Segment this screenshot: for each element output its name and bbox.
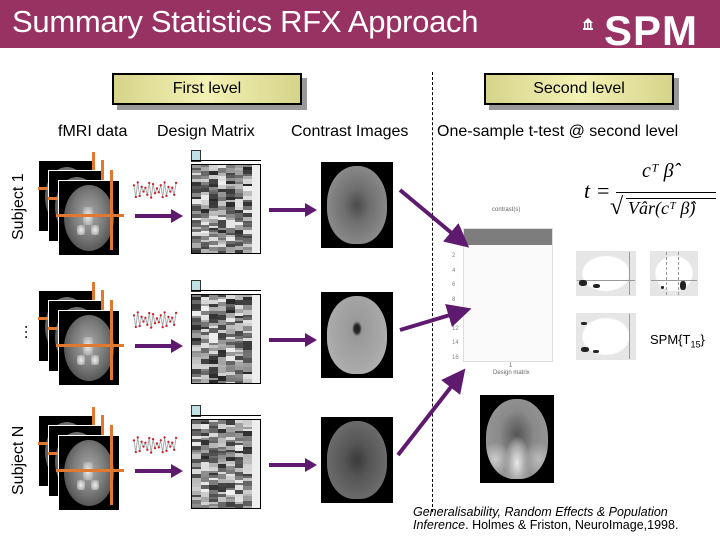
arrow-subject1-to-second (398, 188, 470, 248)
arrow-middle-to-second (399, 303, 472, 332)
citation: Generalisability, Random Effects & Popul… (413, 505, 679, 532)
arrow-subjectn-to-second (396, 368, 466, 457)
arrows-to-second-level (396, 188, 472, 457)
